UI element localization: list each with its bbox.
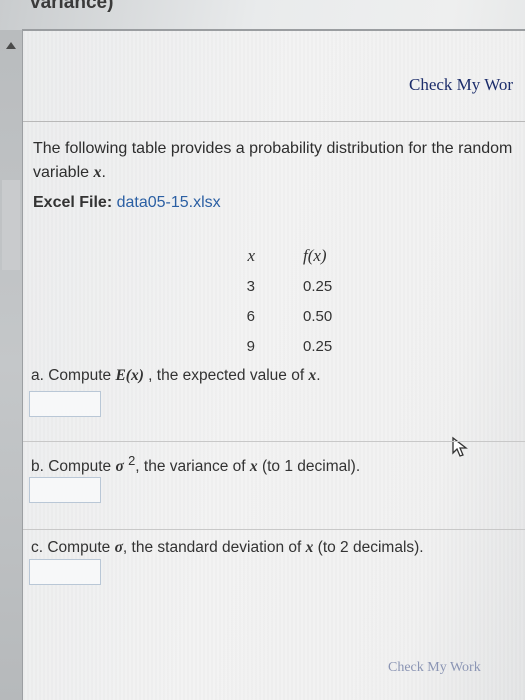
check-my-work-button[interactable]: Check My Wor <box>409 69 525 101</box>
question-c-suffix: , the standard deviation of <box>122 539 306 556</box>
probability-table: x f(x) 3 0.25 6 0.50 9 0.25 <box>213 241 383 361</box>
divider-a <box>23 441 525 442</box>
question-c: c. Compute σ, the standard deviation of … <box>31 539 424 557</box>
problem-intro: The following table provides a probabili… <box>33 137 523 185</box>
question-a-expr: E(x) <box>115 367 144 384</box>
answer-c-input[interactable] <box>29 559 101 585</box>
question-a-suffix: , the expected value of <box>143 367 309 384</box>
question-c-prefix: c. Compute <box>31 539 115 556</box>
excel-file-link[interactable]: data05-15.xlsx <box>117 194 221 211</box>
header-fx: f(x) <box>303 246 327 265</box>
question-a-end: . <box>316 367 321 384</box>
gutter-highlight <box>2 180 20 270</box>
question-panel: Check My Wor The following table provide… <box>23 31 525 700</box>
left-gutter <box>0 30 22 700</box>
check-my-work-footer-button[interactable]: Check My Work <box>388 656 518 680</box>
question-c-expr: σ <box>114 539 123 556</box>
header-x: x <box>247 246 255 265</box>
question-b-var: x <box>249 458 258 476</box>
divider-b <box>23 529 525 530</box>
table-row: 3 0.25 <box>213 271 383 301</box>
intro-end: . <box>101 164 106 181</box>
question-b-expr: σ <box>115 458 124 476</box>
question-a: a. Compute E(x) , the expected value of … <box>31 367 321 385</box>
mouse-pointer-icon <box>452 436 468 457</box>
table-row: 6 0.50 <box>213 301 383 331</box>
cell-fx: 0.25 <box>303 337 333 355</box>
answer-a-input[interactable] <box>29 391 101 417</box>
section-title: variance) <box>30 0 114 13</box>
question-c-end: (to 2 decimals). <box>313 539 424 556</box>
cell-fx: 0.50 <box>303 307 333 325</box>
question-b-suffix: , the variance of <box>135 458 250 476</box>
answer-b-input[interactable] <box>29 477 101 503</box>
table-header-row: x f(x) <box>213 241 383 271</box>
question-b-prefix: b. Compute <box>31 458 116 476</box>
cell-x: 6 <box>246 307 255 325</box>
cell-x: 9 <box>246 337 255 355</box>
table-row: 9 0.25 <box>213 331 383 361</box>
excel-file-line: Excel File: data05-15.xlsx <box>33 194 221 212</box>
question-b-end: (to 1 decimal). <box>257 458 361 476</box>
excel-label: Excel File: <box>33 194 113 211</box>
screen: variance) Check My Wor The following tab… <box>0 0 525 700</box>
cell-x: 3 <box>246 277 255 295</box>
question-b: b. Compute σ 2, the variance of x (to 1 … <box>31 453 360 476</box>
cell-fx: 0.25 <box>303 277 333 295</box>
header-divider <box>23 121 525 122</box>
question-a-prefix: a. Compute <box>31 367 116 384</box>
scroll-up-icon[interactable] <box>6 42 16 49</box>
